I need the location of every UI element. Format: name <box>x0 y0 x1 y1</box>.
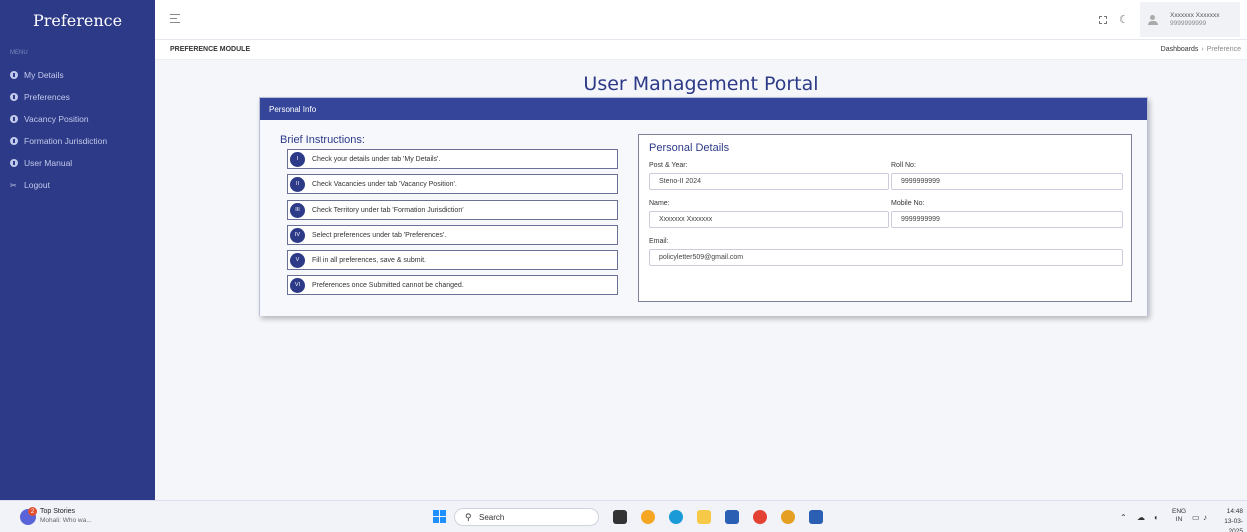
email-label: Email: <box>649 238 669 245</box>
logout-icon: ✂ <box>10 180 17 190</box>
info-icon <box>10 115 18 123</box>
instruction-text: Fill in all preferences, save & submit. <box>312 256 426 264</box>
instruction-item: II Check Vacancies under tab 'Vacancy Pos… <box>287 174 618 194</box>
instruction-text: Check Vacancies under tab 'Vacancy Posit… <box>312 180 457 188</box>
instruction-number: IV <box>290 227 305 243</box>
clock[interactable]: 14:48 13-03-2025 <box>1213 507 1243 532</box>
user-info: Xxxxxxx Xxxxxxx 9999999999 <box>1170 12 1219 28</box>
instruction-number: II <box>290 176 305 192</box>
instruction-item: IV Select preferences under tab 'Preferen… <box>287 225 618 245</box>
sidebar-item-logout[interactable]: ✂ Logout <box>0 174 155 196</box>
personal-details-title: Personal Details <box>649 142 730 154</box>
instruction-number: I <box>290 151 305 167</box>
module-bar: PREFERENCE MODULE Dashboards › Preference <box>155 40 1247 60</box>
news-badge: 2 <box>28 507 37 516</box>
sidebar-item-label: My Details <box>24 70 64 80</box>
breadcrumb-separator: › <box>1201 46 1204 53</box>
breadcrumb-current: Preference <box>1206 46 1241 53</box>
date: 13-03-2025 <box>1224 518 1243 532</box>
mobile-no-field[interactable]: 9999999999 <box>891 211 1123 228</box>
sidebar-item-label: Preferences <box>24 92 70 102</box>
mobile-no-label: Mobile No: <box>891 200 925 207</box>
task-view-icon[interactable] <box>613 510 627 524</box>
sidebar-item-user-manual[interactable]: User Manual <box>0 152 155 174</box>
instructions-title: Brief Instructions: <box>280 134 365 146</box>
instruction-number: III <box>290 202 305 218</box>
region-label: IN <box>1175 516 1183 523</box>
breadcrumb-dashboards[interactable]: Dashboards <box>1161 46 1199 53</box>
store-icon[interactable] <box>725 510 739 524</box>
file-explorer-icon[interactable] <box>697 510 711 524</box>
sidebar-item-label: Vacancy Position <box>24 114 89 124</box>
menu-toggle-icon[interactable] <box>170 14 180 26</box>
info-icon <box>10 71 18 79</box>
tray-chevron-icon[interactable]: ⌃ <box>1120 513 1127 522</box>
search-label: Search <box>479 513 505 522</box>
instruction-text: Preferences once Submitted cannot be cha… <box>312 281 464 289</box>
taskbar-search[interactable]: ⚲ Search <box>454 508 599 526</box>
instruction-text: Select preferences under tab 'Preference… <box>312 231 447 239</box>
instruction-text: Check Territory under tab 'Formation Jur… <box>312 206 464 214</box>
roll-no-field[interactable]: 9999999999 <box>891 173 1123 190</box>
user-name: Xxxxxxx Xxxxxxx <box>1170 11 1220 19</box>
sidebar: Preference MENU My Details Preferences V… <box>0 0 155 500</box>
name-label: Name: <box>649 200 670 207</box>
app-tray-icon[interactable]: ◐ <box>1154 513 1159 522</box>
instruction-item: VI Preferences once Submitted cannot be c… <box>287 275 618 295</box>
personal-details-panel: Personal Details Post & Year: Steno-II 2… <box>638 134 1132 302</box>
sidebar-item-label: Logout <box>24 180 50 190</box>
brand-title: Preference <box>32 10 123 30</box>
instruction-item: III Check Territory under tab 'Formation … <box>287 200 618 220</box>
sidebar-item-preferences[interactable]: Preferences <box>0 86 155 108</box>
news-title[interactable]: Top Stories <box>40 508 75 515</box>
sidebar-item-my-details[interactable]: My Details <box>0 64 155 86</box>
sidebar-item-vacancy-position[interactable]: Vacancy Position <box>0 108 155 130</box>
module-title: PREFERENCE MODULE <box>170 46 251 53</box>
news-subtitle: Mohali: Who wa... <box>40 517 92 524</box>
info-icon <box>10 93 18 101</box>
info-icon <box>10 159 18 167</box>
instruction-number: VI <box>290 277 305 293</box>
instruction-text: Check your details under tab 'My Details… <box>312 155 441 163</box>
time: 14:48 <box>1226 508 1243 515</box>
chrome-profile-icon[interactable] <box>781 510 795 524</box>
word-icon[interactable] <box>809 510 823 524</box>
page-title: User Management Portal <box>583 73 819 95</box>
card-title: Personal Info <box>260 98 1147 120</box>
search-icon: ⚲ <box>465 512 472 522</box>
instruction-item: I Check your details under tab 'My Detail… <box>287 149 618 169</box>
language-indicator[interactable]: ENG IN <box>1172 508 1186 524</box>
breadcrumb: Dashboards › Preference <box>1161 46 1241 53</box>
taskbar: 2 Top Stories Mohali: Who wa... ⚲ Search … <box>0 500 1247 532</box>
menu-heading: MENU <box>10 50 28 56</box>
personal-info-card: Personal Info Brief Instructions: I Check… <box>259 97 1148 316</box>
lang-label: ENG <box>1172 508 1187 515</box>
instruction-number: V <box>290 252 305 268</box>
email-field[interactable]: policyletter509@gmail.com <box>649 249 1123 266</box>
topbar: ☾ Xxxxxxx Xxxxxxx 9999999999 <box>155 0 1247 40</box>
instruction-item: V Fill in all preferences, save & submit. <box>287 250 618 270</box>
sidebar-item-label: User Manual <box>24 158 73 168</box>
avatar <box>1148 14 1158 25</box>
user-menu[interactable]: Xxxxxxx Xxxxxxx 9999999999 <box>1140 2 1240 37</box>
volume-icon[interactable]: ♪ <box>1203 513 1207 522</box>
roll-no-label: Roll No: <box>891 162 916 169</box>
sidebar-item-formation-jurisdiction[interactable]: Formation Jurisdiction <box>0 130 155 152</box>
info-icon <box>10 137 18 145</box>
windows-start-icon[interactable] <box>433 510 447 524</box>
chrome-icon[interactable] <box>753 510 767 524</box>
edge-icon[interactable] <box>669 510 683 524</box>
sidebar-item-label: Formation Jurisdiction <box>24 136 108 146</box>
fullscreen-icon[interactable] <box>1099 16 1107 24</box>
dark-mode-icon[interactable]: ☾ <box>1119 13 1129 26</box>
copilot-icon[interactable] <box>641 510 655 524</box>
user-phone: 9999999999 <box>1170 19 1207 27</box>
post-year-label: Post & Year: <box>649 162 688 169</box>
name-field[interactable]: Xxxxxxx Xxxxxxx <box>649 211 889 228</box>
network-icon[interactable]: ▭ <box>1192 513 1200 522</box>
post-year-field[interactable]: Steno-II 2024 <box>649 173 889 190</box>
cloud-icon[interactable]: ☁ <box>1137 513 1145 522</box>
